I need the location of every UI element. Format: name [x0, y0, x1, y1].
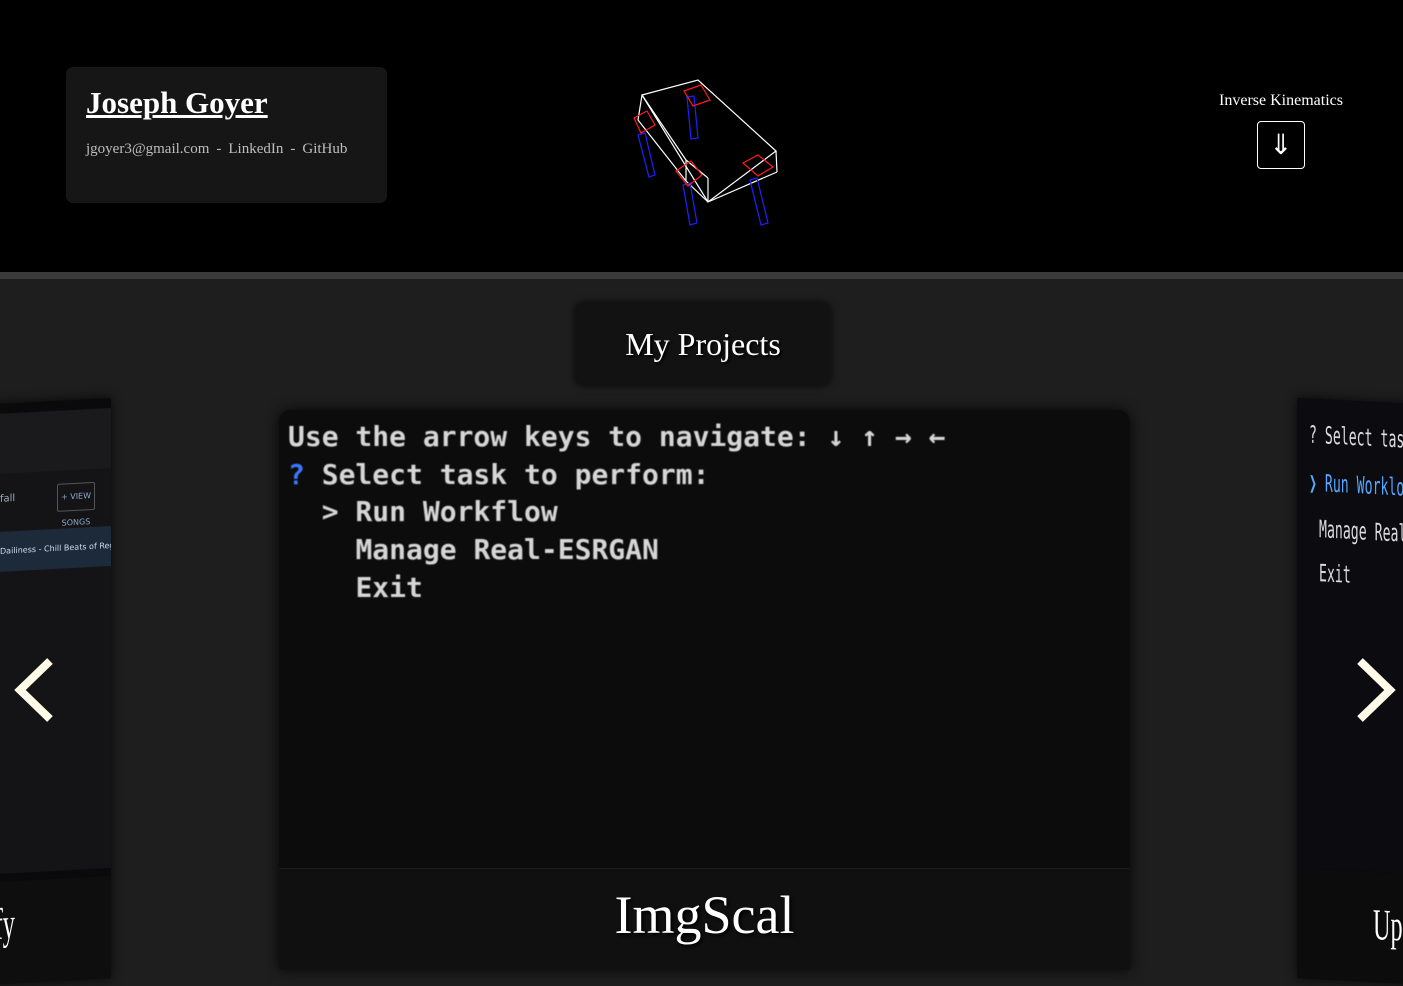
next-card-line: ❯ Run Workload: [1309, 468, 1403, 503]
project-card-current[interactable]: Use the arrow keys to navigate: ↓ ↑ → ← …: [279, 410, 1130, 970]
prev-card-pill: + VIEW SONGS: [57, 481, 95, 528]
contact-links: jgoyer3@gmail.com - LinkedIn - GitHub: [86, 141, 367, 158]
prev-card-topbar: [0, 408, 111, 476]
terminal-line: Use the arrow keys to navigate: ↓ ↑ → ←: [288, 420, 946, 453]
chevron-right-icon: [1357, 658, 1396, 722]
next-card-line: ? Select task to p: [1309, 420, 1403, 456]
linkedin-link[interactable]: LinkedIn: [228, 141, 283, 158]
site-header: Joseph Goyer jgoyer3@gmail.com - LinkedIn -…: [0, 0, 1403, 279]
prev-card-screenshot: fall + VIEW SONGS Dailiness - Chill Beat…: [0, 408, 111, 876]
carousel-prev-button[interactable]: [10, 655, 60, 725]
next-card-line: Exit: [1319, 559, 1351, 589]
next-card-screenshot: ? Select task to p ❯ Run Workload Manage…: [1297, 398, 1403, 877]
next-card-title: Upsc: [1373, 899, 1403, 952]
prev-card-text: fall: [0, 493, 16, 505]
name-link[interactable]: Joseph Goyer: [86, 85, 268, 121]
prev-card-title: ify: [0, 899, 15, 950]
carousel-next-button[interactable]: [1350, 655, 1400, 725]
github-link[interactable]: GitHub: [302, 141, 347, 158]
prev-card-row: Dailiness - Chill Beats of Regard: [0, 526, 111, 572]
email-link[interactable]: jgoyer3@gmail.com: [86, 141, 209, 158]
ik-label: Inverse Kinematics: [1219, 92, 1343, 109]
prev-card-footer: [0, 876, 111, 986]
identity-card: Joseph Goyer jgoyer3@gmail.com - LinkedIn -…: [66, 67, 387, 203]
terminal-line: > Run Workflow: [321, 495, 558, 529]
terminal-prompt-glyph: ?: [288, 457, 305, 491]
terminal-line: Select task to perform:: [321, 457, 710, 491]
terminal-screenshot: Use the arrow keys to navigate: ↓ ↑ → ← …: [279, 410, 1130, 865]
terminal-line: Exit: [355, 570, 423, 604]
chevron-left-icon: [14, 658, 53, 722]
projects-heading: My Projects: [576, 303, 830, 385]
robot-wireframe-icon: [633, 79, 778, 226]
terminal-line: Manage Real-ESRGAN: [355, 533, 659, 567]
separator: -: [216, 141, 222, 157]
inverse-kinematics-panel: Inverse Kinematics ⇓: [1200, 92, 1362, 169]
project-title: ImgScal: [614, 885, 795, 945]
next-card-line: Manage Real-ESRGA: [1319, 515, 1403, 551]
separator: -: [290, 141, 296, 157]
scroll-down-button[interactable]: ⇓: [1257, 121, 1305, 169]
